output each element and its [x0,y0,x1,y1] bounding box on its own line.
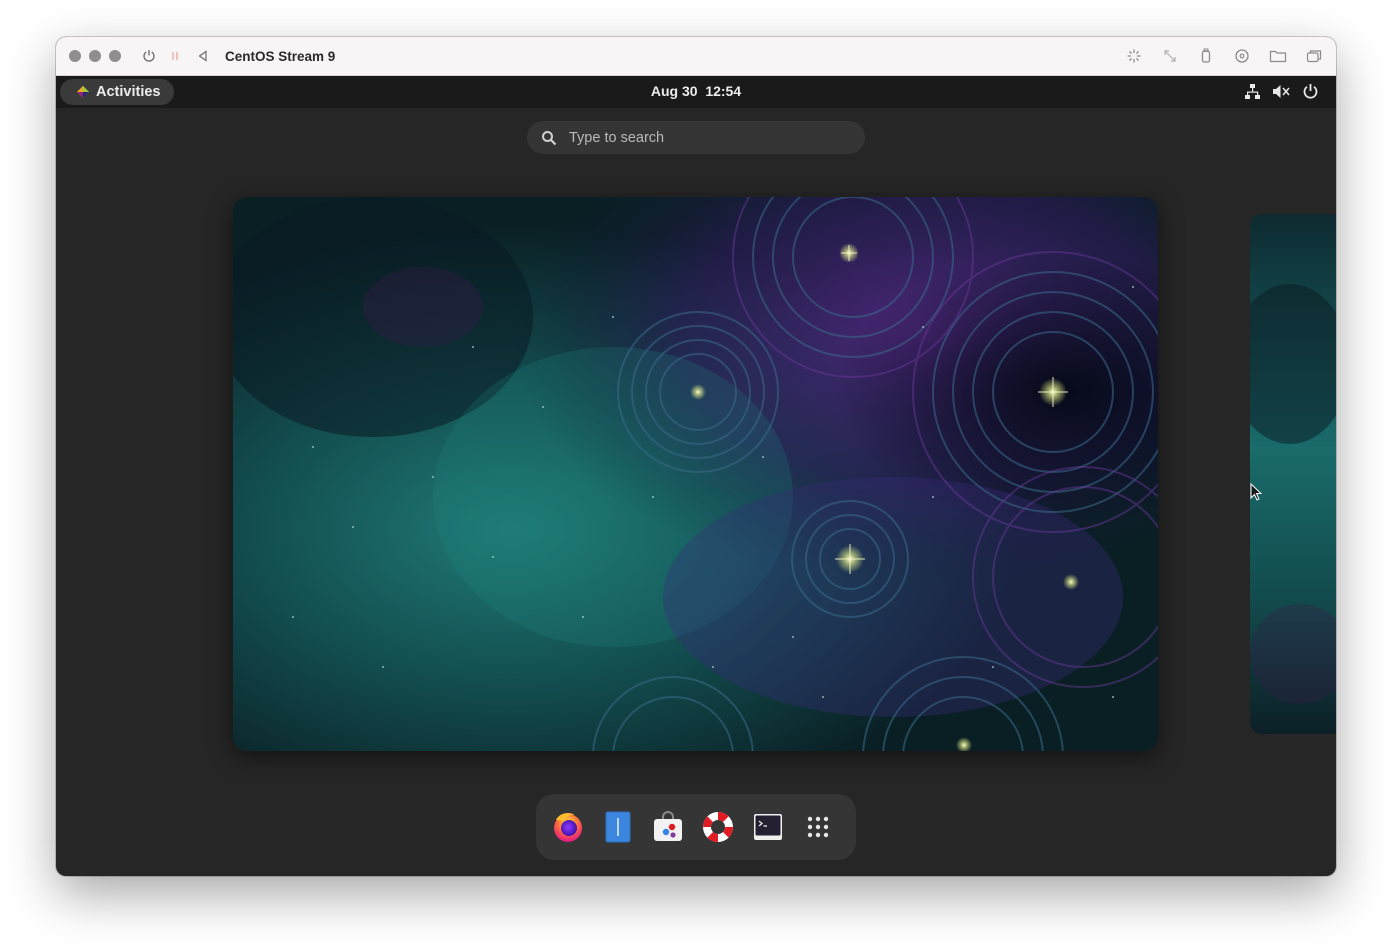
dash [536,794,856,860]
minimize-window-button[interactable] [89,50,101,62]
terminal-icon [754,814,782,840]
system-status-area[interactable] [1243,82,1320,101]
resize-icon[interactable] [1160,46,1180,66]
shared-folder-icon[interactable] [1268,46,1288,66]
usb-icon[interactable] [1196,46,1216,66]
volume-muted-icon [1272,82,1291,101]
text-editor-icon [605,811,631,843]
mouse-cursor-icon [1250,482,1263,506]
workspace-thumbnail-next[interactable] [1250,214,1336,734]
overview-search[interactable] [527,121,865,154]
vm-titlebar: CentOS Stream 9 [56,37,1336,76]
help-icon [703,812,733,842]
disc-icon[interactable] [1232,46,1252,66]
nebula-wallpaper-preview [1250,214,1336,734]
network-icon [1243,82,1262,101]
close-window-button[interactable] [69,50,81,62]
firefox-icon [554,812,582,842]
power-menu-icon [1301,82,1320,101]
clock[interactable]: Aug 30 12:54 [56,83,1336,99]
software-icon [654,811,682,841]
dash-item-firefox[interactable] [550,809,586,845]
dash-item-text-editor[interactable] [600,809,636,845]
dash-item-help[interactable] [700,809,736,845]
zoom-window-button[interactable] [109,50,121,62]
vm-toolbar-right [1124,46,1324,66]
nebula-wallpaper [233,197,1158,751]
window-title: CentOS Stream 9 [225,48,336,64]
dash-item-software[interactable] [650,809,686,845]
pause-icon[interactable] [165,46,185,66]
window-controls [69,50,121,62]
vm-window: CentOS Stream 9 Activities Aug 30 12:54 … [56,37,1336,876]
dash-item-terminal[interactable] [750,809,786,845]
app-grid-icon [807,816,829,838]
back-icon[interactable] [193,46,213,66]
dash-item-app-grid[interactable] [800,809,836,845]
gnome-top-bar: Activities Aug 30 12:54 [56,76,1336,108]
search-icon [541,130,557,146]
power-icon[interactable] [139,46,159,66]
workspace-thumbnail-active[interactable] [233,197,1158,751]
search-input[interactable] [569,129,839,146]
brightness-icon[interactable] [1124,46,1144,66]
windows-icon[interactable] [1304,46,1324,66]
